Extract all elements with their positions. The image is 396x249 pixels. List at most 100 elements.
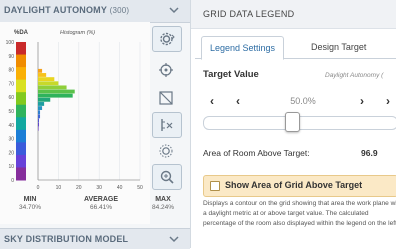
histogram-bar	[38, 110, 41, 115]
stat-min: MIN 34.70%	[10, 196, 50, 211]
y-tick-label: 30	[8, 137, 14, 143]
zoom-tool[interactable]	[152, 164, 182, 190]
histogram-bar	[38, 118, 40, 123]
color-scale-segment	[16, 42, 26, 56]
histogram-chart: %DA Histogram (%) 100 90 80 70 60 50 40 30 20 10 0…	[0, 22, 150, 224]
y-tick-label: 100	[6, 40, 15, 46]
color-scale-segment	[16, 67, 26, 81]
show-area-label: Show Area of Grid Above Target	[225, 180, 363, 190]
decrement-button[interactable]: ‹	[229, 90, 247, 112]
stat-average-value: 66.41%	[89, 204, 113, 211]
histogram-bar	[38, 97, 51, 102]
select-point-tool[interactable]	[152, 58, 180, 82]
target-slider-thumb[interactable]	[285, 112, 300, 132]
legend-header: GRID DATA LEGEND	[191, 0, 396, 29]
y-axis-label: %DA	[14, 30, 29, 36]
stat-min-value: 34.70%	[18, 204, 42, 211]
sky-model-header[interactable]: SKY DISTRIBUTION MODEL	[0, 228, 190, 249]
y-tick-label: 20	[8, 150, 14, 156]
histogram-bar	[38, 89, 75, 94]
target-value-field[interactable]: 50.0%	[263, 90, 343, 112]
target-value-label: Target Value	[203, 69, 259, 80]
color-scale-segment	[16, 129, 26, 143]
stat-max-value: 84.24%	[151, 204, 175, 211]
y-tick-label: 80	[8, 68, 14, 74]
panel-header[interactable]: DAYLIGHT AUTONOMY (300)	[0, 0, 190, 23]
color-scale-segment	[16, 142, 26, 156]
histogram-bar	[38, 106, 43, 111]
histogram-bar	[38, 126, 39, 131]
stat-min-label: MIN	[23, 196, 37, 203]
histogram-bar	[38, 73, 47, 77]
color-scale-segment	[16, 154, 26, 168]
color-scale-segment	[16, 167, 26, 181]
histogram-bar	[38, 114, 41, 119]
stat-max: MAX 84.24%	[146, 196, 180, 211]
scale-tool[interactable]	[152, 112, 182, 138]
x-tick-label: 0	[37, 185, 40, 191]
histogram-bar	[38, 93, 73, 98]
area-above-target-value: 96.9	[361, 148, 378, 158]
stats-row: MIN 34.70% AVERAGE 66.41% MAX 84.24%	[0, 196, 190, 226]
x-tick-label: 50	[137, 185, 143, 191]
x-tick-label: 30	[96, 185, 102, 191]
sky-model-title: SKY DISTRIBUTION MODEL	[4, 234, 129, 244]
settings-tool[interactable]	[152, 26, 182, 52]
y-axis-ticks: 1009080706050403020100	[6, 40, 15, 184]
x-axis-ticks: 0 10 20 30 40 50	[37, 185, 143, 191]
legend-tabs: Legend Settings Design Target	[195, 36, 396, 60]
y-tick-label: 40	[8, 123, 14, 129]
chart-grid	[37, 42, 141, 181]
panel-title-sub: (300)	[109, 6, 130, 15]
color-scale-segment	[16, 79, 26, 93]
increment-button[interactable]: ›	[353, 90, 371, 112]
panel-title: DAYLIGHT AUTONOMY (300)	[4, 5, 129, 15]
scale-icon	[161, 119, 173, 131]
sun-tool[interactable]	[152, 139, 180, 163]
tab-design-target[interactable]: Design Target	[303, 36, 374, 58]
stat-average-label: AVERAGE	[83, 196, 119, 203]
panel-title-text: DAYLIGHT AUTONOMY	[4, 5, 107, 15]
histogram-svg: %DA Histogram (%) 1009080706050403020100…	[6, 30, 143, 191]
histogram-bar	[38, 85, 67, 90]
y-tick-label: 60	[8, 95, 14, 101]
y-tick-label: 50	[8, 109, 14, 115]
histogram-bar	[38, 102, 45, 106]
color-scale-segment	[16, 117, 26, 131]
show-area-checkbox[interactable]	[210, 181, 220, 191]
histogram-bar	[38, 81, 59, 86]
show-area-button[interactable]: Show Area of Grid Above Target	[203, 175, 396, 197]
chevron-down-icon[interactable]	[168, 4, 180, 16]
histogram-label: Histogram (%)	[60, 30, 95, 36]
diagonal-tool[interactable]	[152, 86, 180, 110]
legend-title: GRID DATA LEGEND	[203, 9, 295, 19]
x-tick-label: 10	[56, 185, 62, 191]
grid-data-legend-panel: GRID DATA LEGEND Legend Settings Design …	[191, 0, 396, 248]
y-tick-label: 0	[11, 178, 14, 184]
tab-legend-settings[interactable]: Legend Settings	[201, 36, 285, 60]
histogram-bar	[38, 122, 40, 127]
stat-max-label: MAX	[155, 196, 171, 203]
color-scale-segment	[16, 104, 26, 118]
sun-icon	[159, 144, 173, 158]
zoom-icon	[160, 170, 174, 184]
gear-icon	[160, 32, 175, 46]
color-scale-segment	[16, 54, 26, 68]
diagonal-box-icon	[159, 91, 173, 105]
crosshair-icon	[159, 63, 173, 77]
y-tick-label: 10	[8, 164, 14, 170]
color-scale-segment	[16, 92, 26, 106]
histogram-bars	[38, 68, 75, 131]
design-target-description: Displays a contour on the grid showing t…	[203, 200, 396, 227]
x-tick-label: 20	[76, 185, 82, 191]
target-metric-hint: Daylight Autonomy (	[325, 72, 384, 79]
daylight-autonomy-panel: DAYLIGHT AUTONOMY (300) %DA Histogram (%…	[0, 0, 191, 249]
increment-large-button[interactable]: ›	[379, 90, 396, 112]
decrement-large-button[interactable]: ‹	[203, 90, 221, 112]
y-tick-label: 70	[8, 81, 14, 87]
x-tick-label: 40	[117, 185, 123, 191]
y-tick-label: 90	[8, 54, 14, 60]
chevron-down-icon[interactable]	[168, 233, 180, 245]
histogram-bar	[38, 77, 55, 82]
stat-average: AVERAGE 66.41%	[76, 196, 126, 211]
